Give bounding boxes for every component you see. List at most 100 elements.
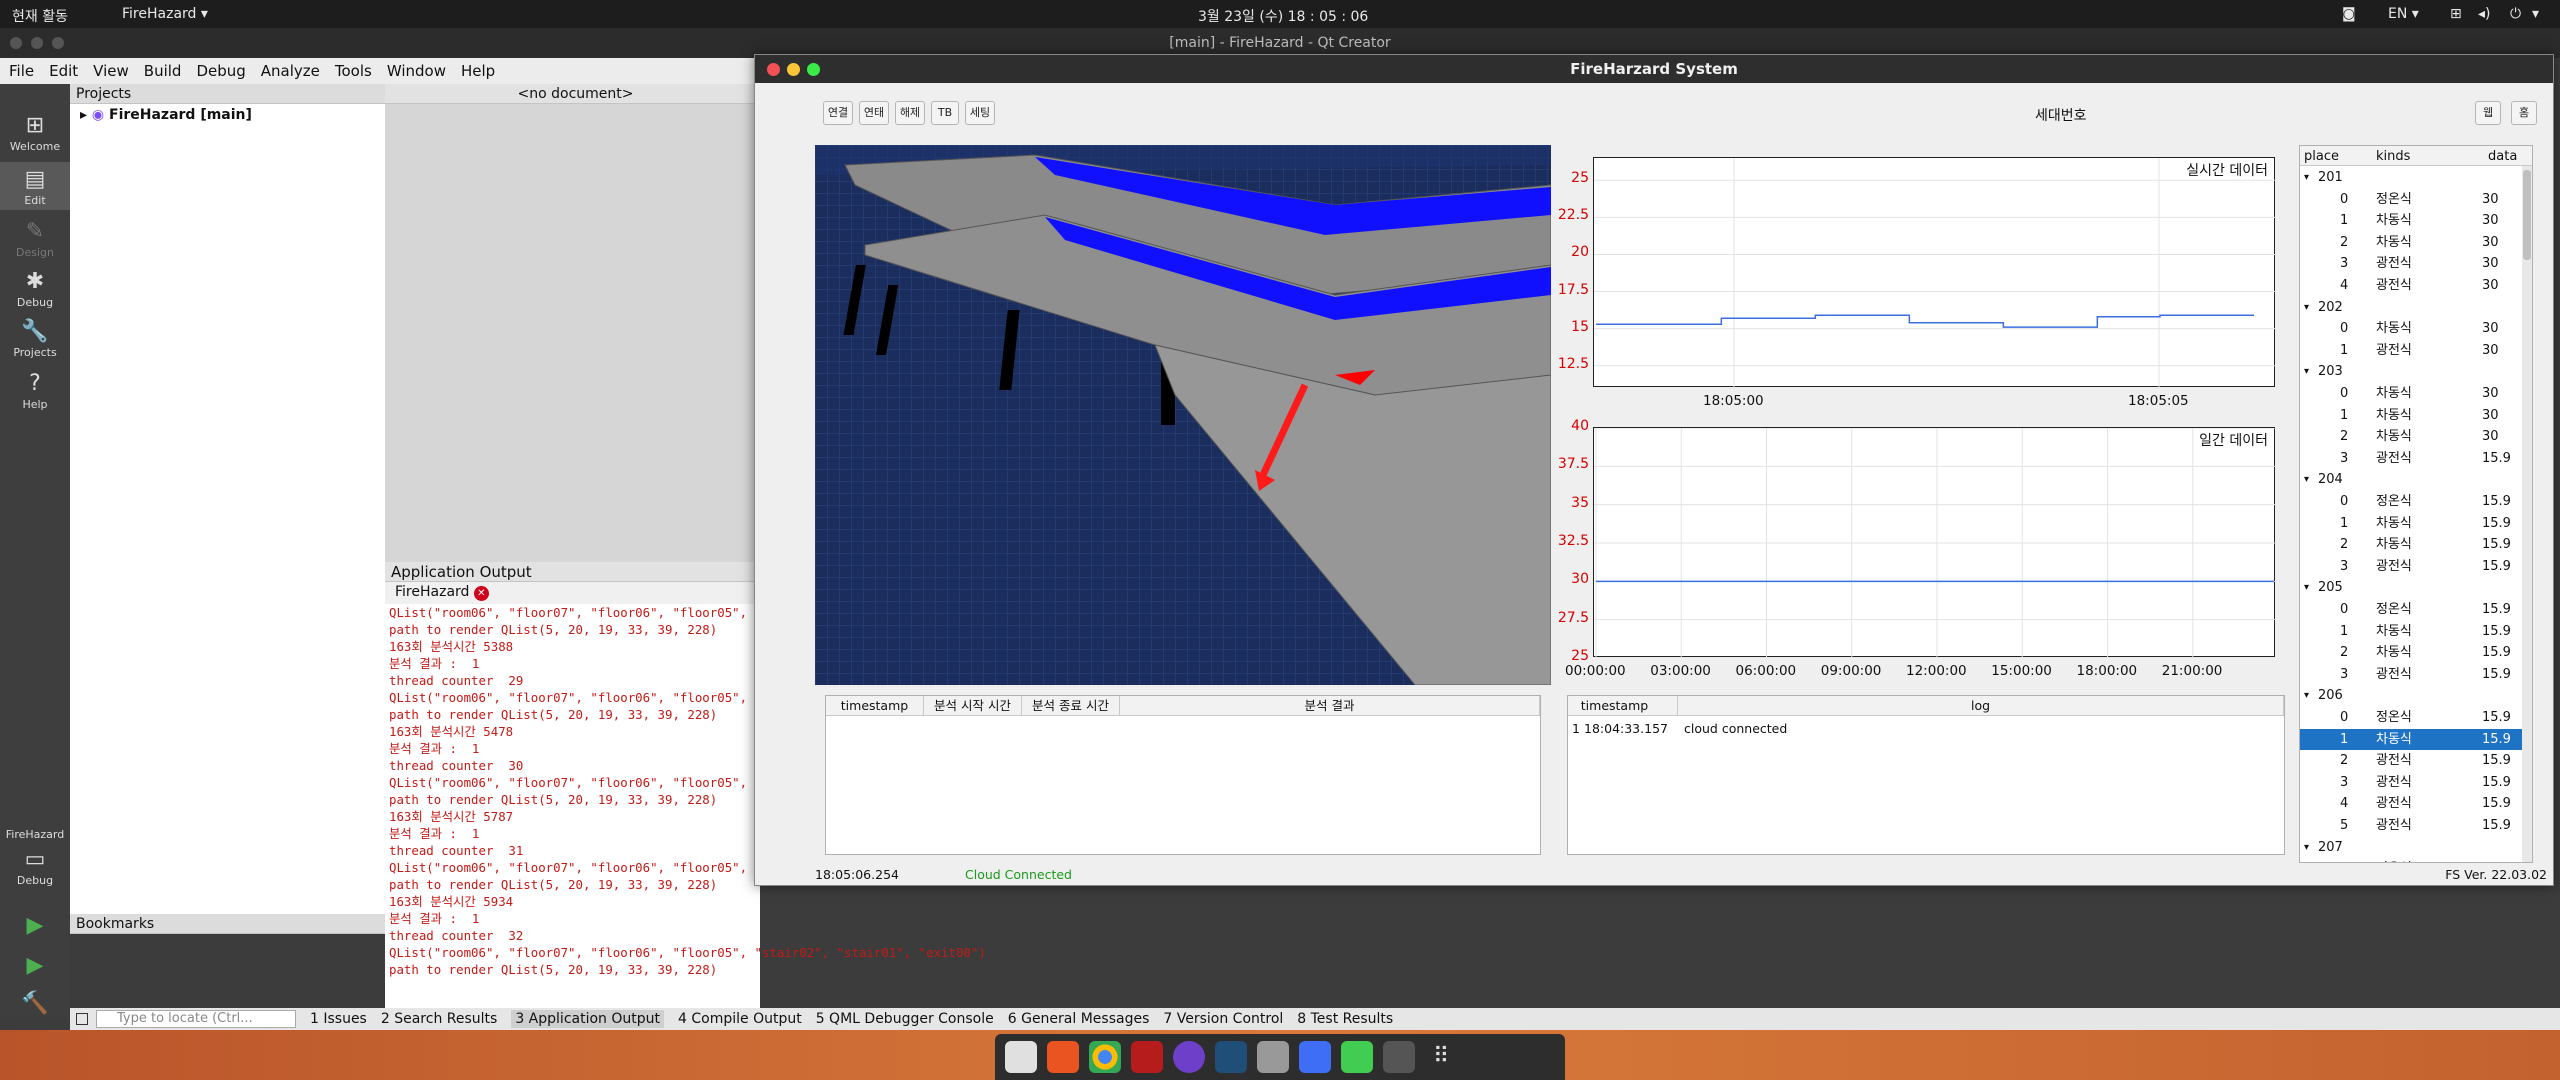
chevron-down-icon[interactable]: ▾	[2304, 837, 2309, 858]
close-icon[interactable]	[10, 37, 22, 49]
discord-tray-icon[interactable]: ◙	[2342, 6, 2356, 22]
tree-sensor-row[interactable]: 3 광전식 15.9	[2300, 664, 2532, 686]
app-menu[interactable]: FireHazard ▾	[122, 6, 208, 22]
network-icon[interactable]: ⊞	[2450, 6, 2462, 22]
col-log-timestamp[interactable]: timestamp	[1568, 696, 1678, 716]
minimize-icon[interactable]	[787, 63, 800, 76]
menu-tools[interactable]: Tools	[326, 58, 378, 80]
clock[interactable]: 3월 23일 (수) 18 : 05 : 06	[1198, 6, 1368, 26]
chevron-down-icon[interactable]: ▾	[2532, 6, 2539, 22]
tree-group-206[interactable]: ▾ 206	[2300, 685, 2532, 707]
tree-group-201[interactable]: ▾ 201	[2300, 167, 2532, 189]
sidebar-toggle-icon[interactable]	[76, 1013, 88, 1025]
menu-file[interactable]: File	[0, 58, 40, 80]
chevron-down-icon[interactable]: ▾	[2304, 685, 2309, 706]
app-output-tab[interactable]: FireHazard ✕	[385, 582, 760, 604]
terminal-app-icon[interactable]	[1131, 1041, 1163, 1073]
chevron-down-icon[interactable]: ▾	[2304, 469, 2309, 490]
github-app-icon[interactable]	[1173, 1041, 1205, 1073]
mode-debug[interactable]: ✱ Debug	[0, 268, 70, 309]
tree-sensor-row[interactable]: 2 차동식 30	[2300, 426, 2532, 448]
tree-sensor-row[interactable]: 4 광전식 30	[2300, 275, 2532, 297]
chevron-down-icon[interactable]: ▾	[2304, 577, 2309, 598]
vscode-app-icon[interactable]	[1215, 1041, 1247, 1073]
log-row[interactable]: 1 18:04:33.157 cloud connected	[1568, 718, 2284, 740]
tree-sensor-row[interactable]: 2 광전식 15.9	[2300, 750, 2532, 772]
web-button[interactable]: 웹	[2475, 101, 2501, 125]
language-indicator[interactable]: EN ▾	[2388, 6, 2419, 22]
release-button[interactable]: 해제	[895, 101, 925, 125]
close-icon[interactable]	[767, 63, 780, 76]
chrome-app-icon[interactable]	[1089, 1041, 1121, 1073]
maximize-icon[interactable]	[807, 63, 820, 76]
tree-sensor-row[interactable]: 3 광전식 30	[2300, 253, 2532, 275]
tree-sensor-row[interactable]: 0 정온식 15.9	[2300, 599, 2532, 621]
settings-button[interactable]: 세팅	[965, 101, 995, 125]
tree-group-205[interactable]: ▾ 205	[2300, 577, 2532, 599]
run-button[interactable]: ▶	[0, 912, 70, 940]
tab-version-control[interactable]: 7 Version Control	[1163, 1011, 1283, 1027]
col-place[interactable]: place	[2304, 149, 2339, 164]
document-combo[interactable]: <no document>	[385, 84, 760, 104]
col-data[interactable]: data	[2488, 149, 2517, 164]
tree-sensor-row[interactable]: 0 정온식 15.9	[2300, 707, 2532, 729]
tree-sensor-row[interactable]: 1 광전식 30	[2300, 340, 2532, 362]
col-log[interactable]: log	[1678, 696, 2284, 716]
tree-scrollbar[interactable]	[2522, 166, 2532, 862]
tab-test-results[interactable]: 8 Test Results	[1297, 1011, 1393, 1027]
col-analysis-start[interactable]: 분석 시작 시간	[924, 696, 1022, 716]
home-button[interactable]: 홈	[2511, 101, 2537, 125]
project-tree-item[interactable]: ▸ ◉ FireHazard [main]	[70, 104, 385, 123]
tab-qml-debugger[interactable]: 5 QML Debugger Console	[816, 1011, 994, 1027]
tree-group-204[interactable]: ▾ 204	[2300, 469, 2532, 491]
tab-compile-output[interactable]: 4 Compile Output	[678, 1011, 802, 1027]
tab-application-output[interactable]: 3 Application Output	[511, 1010, 664, 1028]
tree-sensor-row[interactable]: 0 정온식 15.9	[2300, 858, 2532, 862]
minimize-icon[interactable]	[31, 37, 43, 49]
mode-design[interactable]: ✎ Design	[0, 218, 70, 259]
col-analysis-end[interactable]: 분석 종료 시간	[1022, 696, 1120, 716]
tree-sensor-row[interactable]: 5 광전식 15.9	[2300, 815, 2532, 837]
tree-sensor-row[interactable]: 4 광전식 15.9	[2300, 793, 2532, 815]
archive-app-icon[interactable]	[1257, 1041, 1289, 1073]
show-apps-icon[interactable]: ⠿	[1425, 1041, 1457, 1073]
col-kinds[interactable]: kinds	[2376, 149, 2410, 164]
tree-sensor-row[interactable]: 0 정온식 15.9	[2300, 491, 2532, 513]
firehazard-app-icon[interactable]	[1383, 1041, 1415, 1073]
tree-sensor-row[interactable]: 0 정온식 30	[2300, 189, 2532, 211]
expand-arrow-icon[interactable]: ▸	[80, 107, 87, 123]
menu-window[interactable]: Window	[378, 58, 452, 80]
tree-sensor-row[interactable]: 3 광전식 15.9	[2300, 772, 2532, 794]
mode-help[interactable]: ? Help	[0, 370, 70, 411]
locator-input[interactable]: Type to locate (Ctrl...	[96, 1010, 296, 1028]
menu-help[interactable]: Help	[452, 58, 501, 80]
tree-sensor-row[interactable]: 2 차동식 15.9	[2300, 534, 2532, 556]
chevron-down-icon[interactable]: ▾	[2304, 167, 2309, 188]
tree-sensor-row[interactable]: 0 차동식 30	[2300, 318, 2532, 340]
col-analysis-result[interactable]: 분석 결과	[1120, 696, 1540, 716]
software-app-icon[interactable]	[1047, 1041, 1079, 1073]
tree-sensor-row[interactable]: 1 차동식 30	[2300, 210, 2532, 232]
tree-sensor-row[interactable]: 3 광전식 15.9	[2300, 556, 2532, 578]
build-button[interactable]: 🔨	[0, 990, 70, 1018]
power-icon[interactable]: ⏻	[2510, 6, 2521, 22]
tree-group-203[interactable]: ▾ 203	[2300, 361, 2532, 383]
menu-debug[interactable]: Debug	[187, 58, 251, 80]
tab-search-results[interactable]: 2 Search Results	[381, 1011, 497, 1027]
connect-button[interactable]: 연결	[823, 101, 853, 125]
files-app-icon[interactable]	[1005, 1041, 1037, 1073]
scrollbar-thumb[interactable]	[2523, 170, 2531, 260]
menu-view[interactable]: View	[84, 58, 135, 80]
mode-projects[interactable]: 🔧 Projects	[0, 318, 70, 359]
tab-issues[interactable]: 1 Issues	[310, 1011, 367, 1027]
activities-button[interactable]: 현재 활동	[12, 6, 68, 26]
tb-button[interactable]: TB	[931, 101, 959, 125]
menu-build[interactable]: Build	[135, 58, 188, 80]
chevron-down-icon[interactable]: ▾	[2304, 361, 2309, 382]
mode-edit[interactable]: ▤ Edit	[0, 162, 70, 210]
tree-sensor-row[interactable]: 0 차동식 30	[2300, 383, 2532, 405]
tree-group-202[interactable]: ▾ 202	[2300, 297, 2532, 319]
maximize-icon[interactable]	[52, 37, 64, 49]
menu-edit[interactable]: Edit	[40, 58, 84, 80]
building-3d-view[interactable]	[815, 145, 1551, 685]
